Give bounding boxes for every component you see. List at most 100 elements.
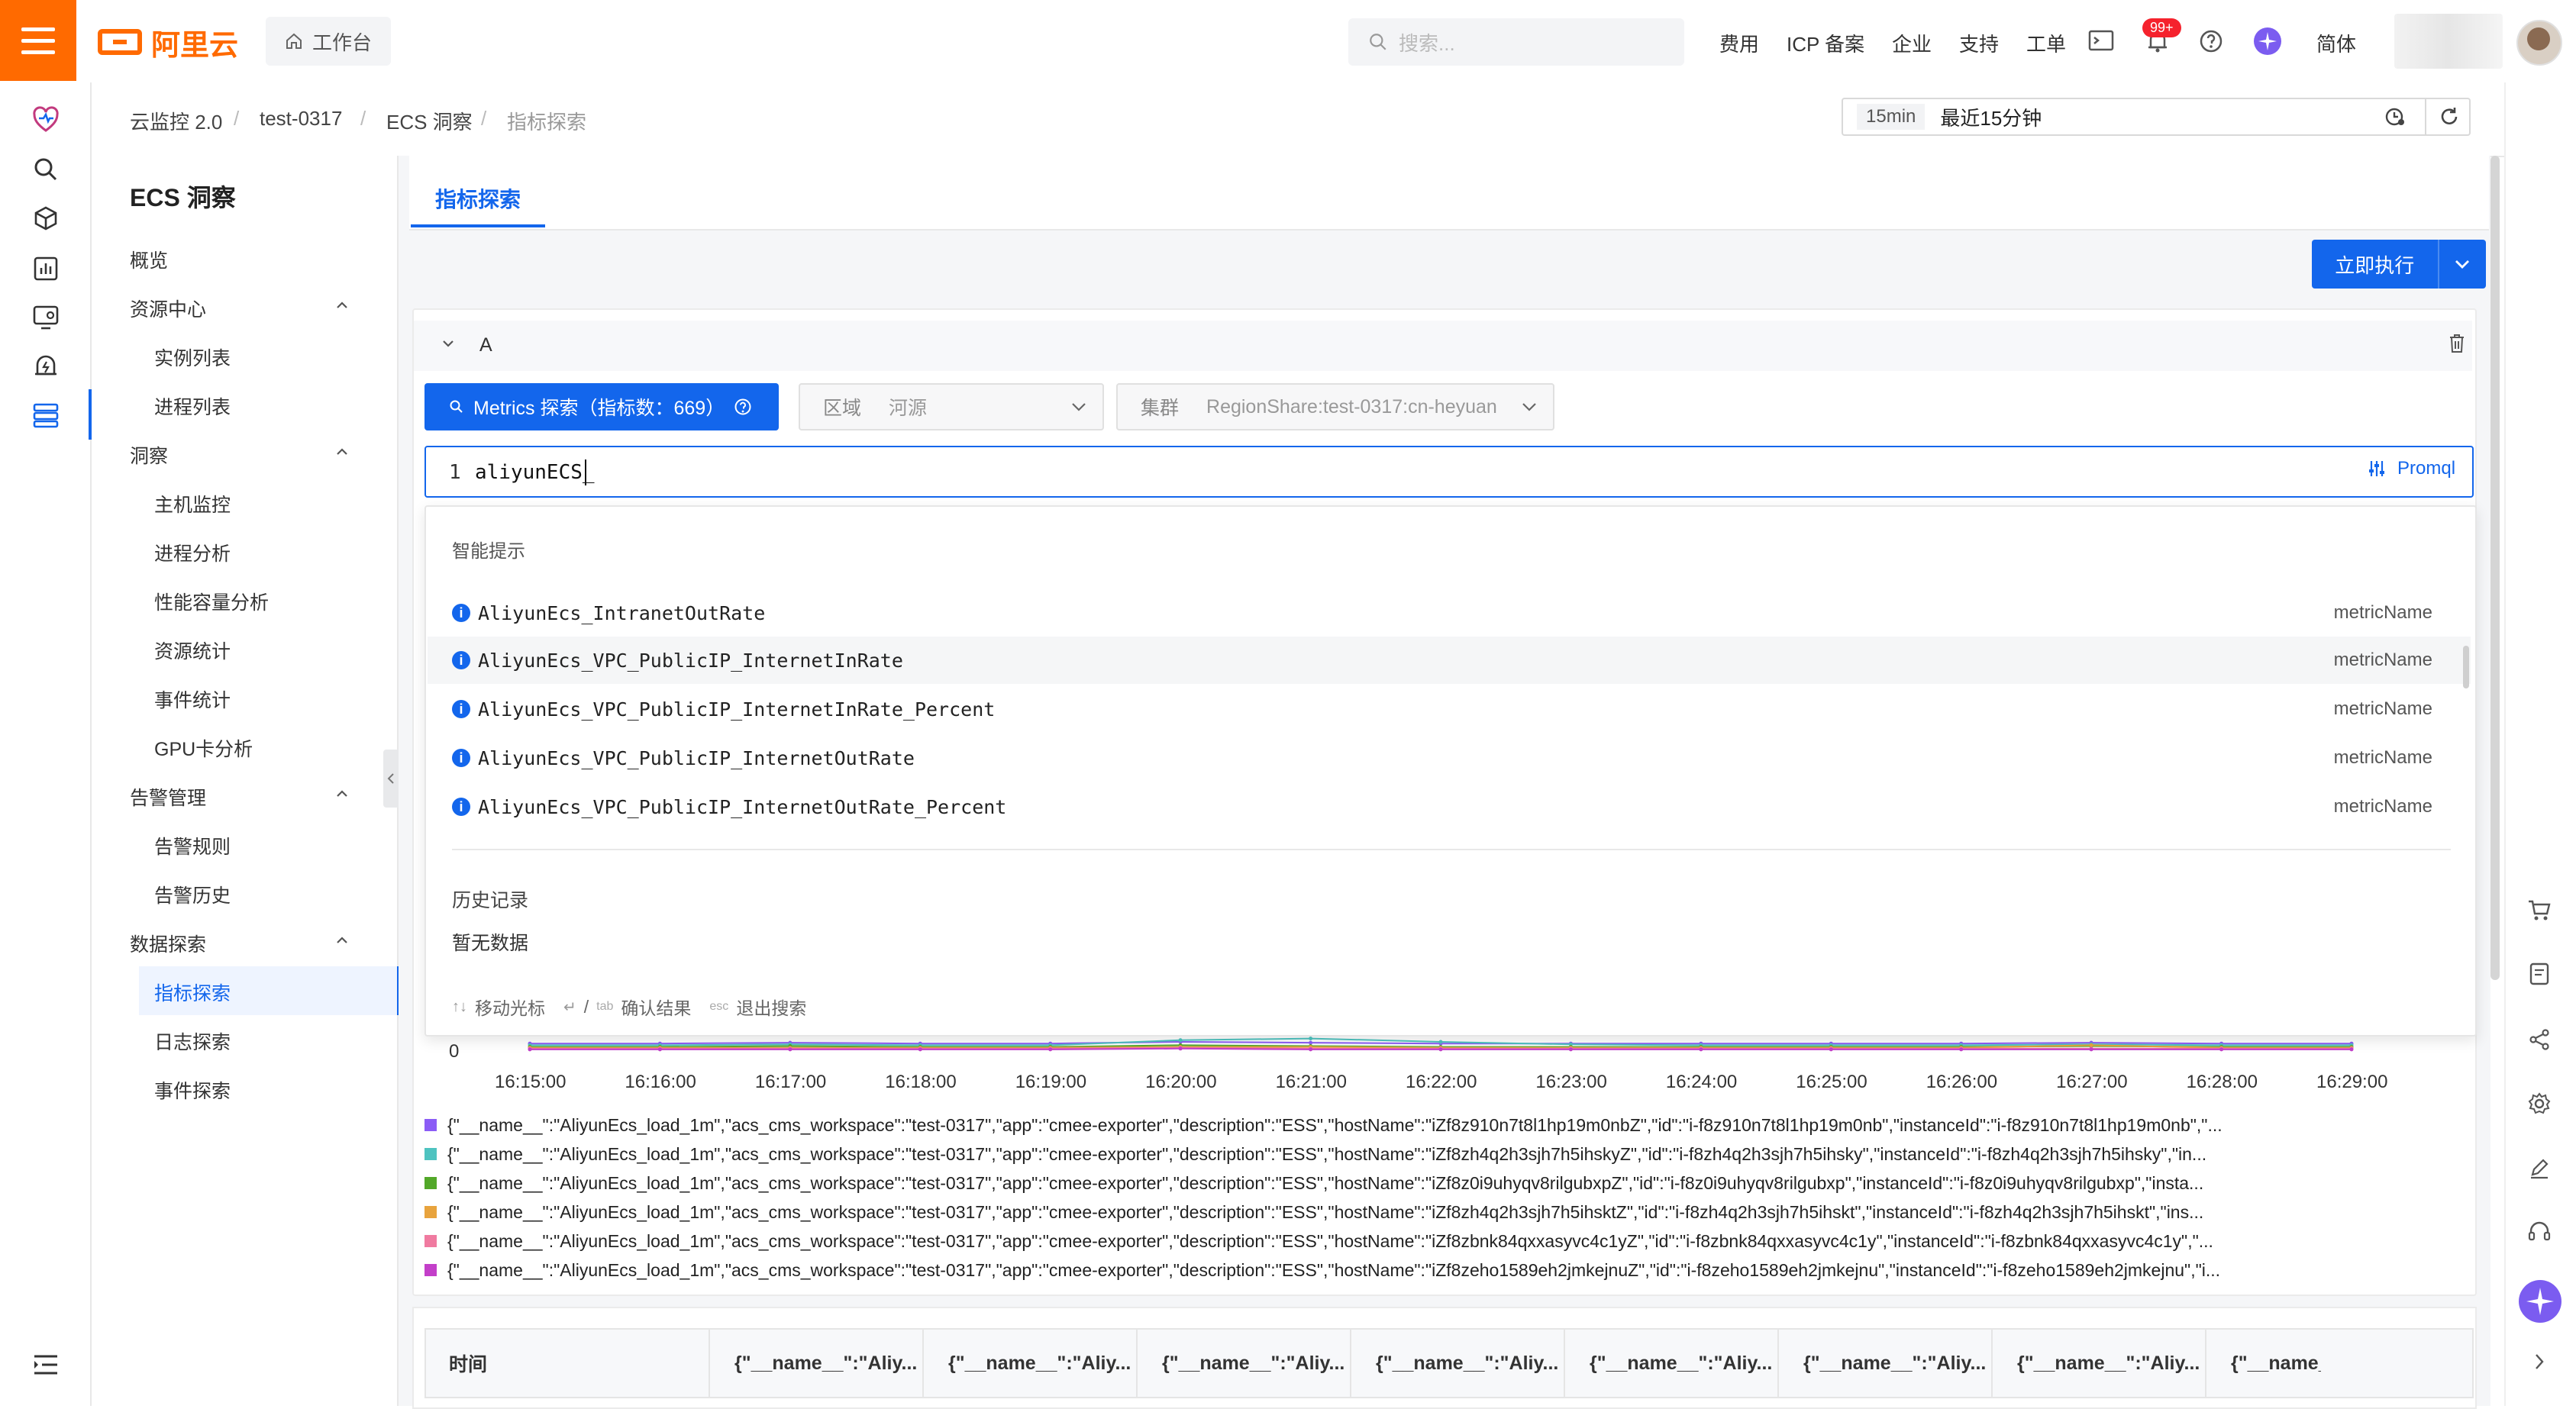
sidebar-item-gpu-analysis[interactable]: GPU卡分析 xyxy=(154,734,253,762)
table-header-series[interactable]: {"__name__":"Aliy... xyxy=(710,1330,924,1397)
language-switch[interactable]: 简体 xyxy=(2316,29,2356,57)
metrics-explore-button[interactable]: Metrics 探索（指标数：669） xyxy=(424,383,779,430)
workbench-button[interactable]: 工作台 xyxy=(266,17,391,66)
nav-fees[interactable]: 费用 xyxy=(1719,29,1759,57)
table-header-series[interactable]: {"__name__":"Aliy... xyxy=(1565,1330,1779,1397)
suggestion-item[interactable]: i AliyunEcs_VPC_PublicIP_InternetOutRate… xyxy=(428,734,2471,782)
main-scrollbar[interactable] xyxy=(2490,156,2500,980)
legend-item[interactable]: {"__name__":"AliyunEcs_load_1m","acs_cms… xyxy=(424,1139,2440,1169)
aliyun-logo[interactable]: 阿里云 xyxy=(98,23,238,62)
table-header-series[interactable]: {"__name__":"Aliy... xyxy=(1993,1330,2206,1397)
table-header-time[interactable]: 时间 xyxy=(426,1330,710,1397)
suggestion-item-highlighted[interactable]: i AliyunEcs_VPC_PublicIP_InternetInRate … xyxy=(428,637,2471,684)
trash-icon[interactable] xyxy=(2448,333,2466,354)
table-header-series[interactable]: {"__name__":"Aliy... xyxy=(1351,1330,1565,1397)
user-account-name[interactable] xyxy=(2394,14,2503,69)
ai-assistant-icon[interactable] xyxy=(2518,1279,2562,1324)
sidebar-item-overview[interactable]: 概览 xyxy=(130,246,168,273)
chevron-up-icon[interactable] xyxy=(334,444,350,459)
monitor-screen-icon[interactable] xyxy=(31,302,61,333)
headset-support-icon[interactable] xyxy=(2524,1217,2555,1247)
collapse-menu-icon[interactable] xyxy=(31,1349,61,1380)
editor-input-text[interactable]: aliyunECS_ xyxy=(475,461,595,484)
share-icon[interactable] xyxy=(2524,1024,2555,1055)
terminal-icon[interactable] xyxy=(2086,26,2116,56)
gear-icon[interactable] xyxy=(2524,1088,2555,1119)
legend-item[interactable]: {"__name__":"AliyunEcs_load_1m","acs_cms… xyxy=(424,1197,2440,1227)
cart-icon[interactable] xyxy=(2524,895,2555,925)
nav-ticket[interactable]: 工单 xyxy=(2026,29,2066,57)
table-header-series[interactable]: {"__name__":"Aliy... xyxy=(924,1330,1138,1397)
sidebar-group-data-explore[interactable]: 数据探索 xyxy=(130,930,206,957)
metrics-explore-label: Metrics 探索（指标数：669） xyxy=(473,398,725,419)
sidebar-item-resource-stats[interactable]: 资源统计 xyxy=(154,637,231,664)
promql-mode-toggle[interactable]: Promql xyxy=(2367,458,2455,479)
sidebar-group-insight[interactable]: 洞察 xyxy=(130,441,168,469)
search-icon[interactable] xyxy=(31,154,61,185)
table-header-series[interactable]: {"__name__":"Aliy... xyxy=(1138,1330,1351,1397)
run-now-button[interactable]: 立即执行 xyxy=(2312,240,2486,289)
sidebar-item-host-monitor[interactable]: 主机监控 xyxy=(154,490,231,517)
cluster-select[interactable]: 集群 RegionShare:test-0317:cn-heyuan xyxy=(1116,383,1554,430)
refresh-button[interactable] xyxy=(2425,98,2472,136)
sidebar-item-process-analysis[interactable]: 进程分析 xyxy=(154,539,231,566)
table-header-series[interactable]: {"__name__":"Aliy... xyxy=(1779,1330,1993,1397)
auto-refresh-icon[interactable] xyxy=(2384,105,2407,132)
series-point xyxy=(2219,1047,2224,1052)
cube-icon[interactable] xyxy=(31,203,61,234)
sidebar-item-capacity-analysis[interactable]: 性能容量分析 xyxy=(154,588,269,615)
sidebar-item-instance-list[interactable]: 实例列表 xyxy=(154,343,231,371)
legend-item[interactable]: {"__name__":"AliyunEcs_load_1m","acs_cms… xyxy=(424,1255,2440,1285)
alarm-icon[interactable] xyxy=(31,351,61,382)
nav-support[interactable]: 支持 xyxy=(1959,29,1999,57)
sidebar-collapse-handle[interactable] xyxy=(383,750,399,808)
sidebar-item-event-explore[interactable]: 事件探索 xyxy=(154,1076,231,1104)
sidebar-item-metric-explore[interactable]: 指标探索 xyxy=(154,979,231,1006)
promql-editor[interactable] xyxy=(424,446,2474,498)
help-icon[interactable] xyxy=(734,398,752,416)
region-select[interactable]: 区域 河源 xyxy=(799,383,1104,430)
nav-icp-filing[interactable]: ICP 备案 xyxy=(1787,29,1864,57)
chevron-up-icon[interactable] xyxy=(334,933,350,948)
suggestion-item[interactable]: i AliyunEcs_IntranetOutRate metricName xyxy=(428,589,2471,637)
avatar[interactable] xyxy=(2516,20,2562,66)
tab-metric-explore[interactable]: 指标探索 xyxy=(435,183,521,214)
chevron-right-icon[interactable] xyxy=(2524,1346,2555,1377)
sidebar-item-log-explore[interactable]: 日志探索 xyxy=(154,1027,231,1055)
breadcrumb-workspace[interactable]: test-0317 xyxy=(260,107,342,131)
tab-bar xyxy=(409,156,2489,231)
history-empty-text: 暂无数据 xyxy=(452,933,529,954)
sidebar-item-alarm-history[interactable]: 告警历史 xyxy=(154,881,231,908)
sidebar-item-process-list[interactable]: 进程列表 xyxy=(154,392,231,420)
sidebar-group-resource-center[interactable]: 资源中心 xyxy=(130,295,206,322)
sidebar-group-alarm[interactable]: 告警管理 xyxy=(130,783,206,811)
history-title: 历史记录 xyxy=(452,890,529,911)
edit-icon[interactable] xyxy=(2524,1153,2555,1183)
suggestion-kind: metricName xyxy=(2333,796,2432,817)
help-icon[interactable] xyxy=(2196,26,2226,56)
legend-item[interactable]: {"__name__":"AliyunEcs_load_1m","acs_cms… xyxy=(424,1110,2440,1140)
chevron-down-icon[interactable] xyxy=(2437,240,2486,289)
chevron-up-icon[interactable] xyxy=(334,786,350,801)
data-explore-list-icon[interactable] xyxy=(31,400,61,430)
dropdown-scrollbar[interactable] xyxy=(2463,646,2469,688)
table-header-series[interactable]: {"__name__" xyxy=(2206,1330,2321,1397)
breadcrumb-ecs-insight[interactable]: ECS 洞察 xyxy=(386,107,473,135)
dashboard-chart-icon[interactable] xyxy=(31,253,61,284)
chevron-down-icon[interactable] xyxy=(441,339,455,348)
global-search-input[interactable]: 搜索... xyxy=(1348,18,1684,66)
sidebar-item-alarm-rules[interactable]: 告警规则 xyxy=(154,832,231,859)
chevron-up-icon[interactable] xyxy=(334,298,350,313)
suggestion-item[interactable]: i AliyunEcs_VPC_PublicIP_InternetInRate_… xyxy=(428,685,2471,733)
suggestion-item[interactable]: i AliyunEcs_VPC_PublicIP_InternetOutRate… xyxy=(428,783,2471,830)
ai-assistant-icon[interactable] xyxy=(2252,26,2283,56)
time-range-picker[interactable]: 15min 最近15分钟 xyxy=(1842,98,2471,136)
breadcrumb-cloud-monitor[interactable]: 云监控 2.0 xyxy=(130,107,222,135)
cloud-monitor-icon[interactable] xyxy=(31,104,61,134)
document-icon[interactable] xyxy=(2524,959,2555,989)
legend-item[interactable]: {"__name__":"AliyunEcs_load_1m","acs_cms… xyxy=(424,1168,2440,1198)
sidebar-item-event-stats[interactable]: 事件统计 xyxy=(154,685,231,713)
hamburger-menu-icon[interactable] xyxy=(0,0,76,81)
legend-item[interactable]: {"__name__":"AliyunEcs_load_1m","acs_cms… xyxy=(424,1226,2440,1256)
nav-enterprise[interactable]: 企业 xyxy=(1892,29,1932,57)
